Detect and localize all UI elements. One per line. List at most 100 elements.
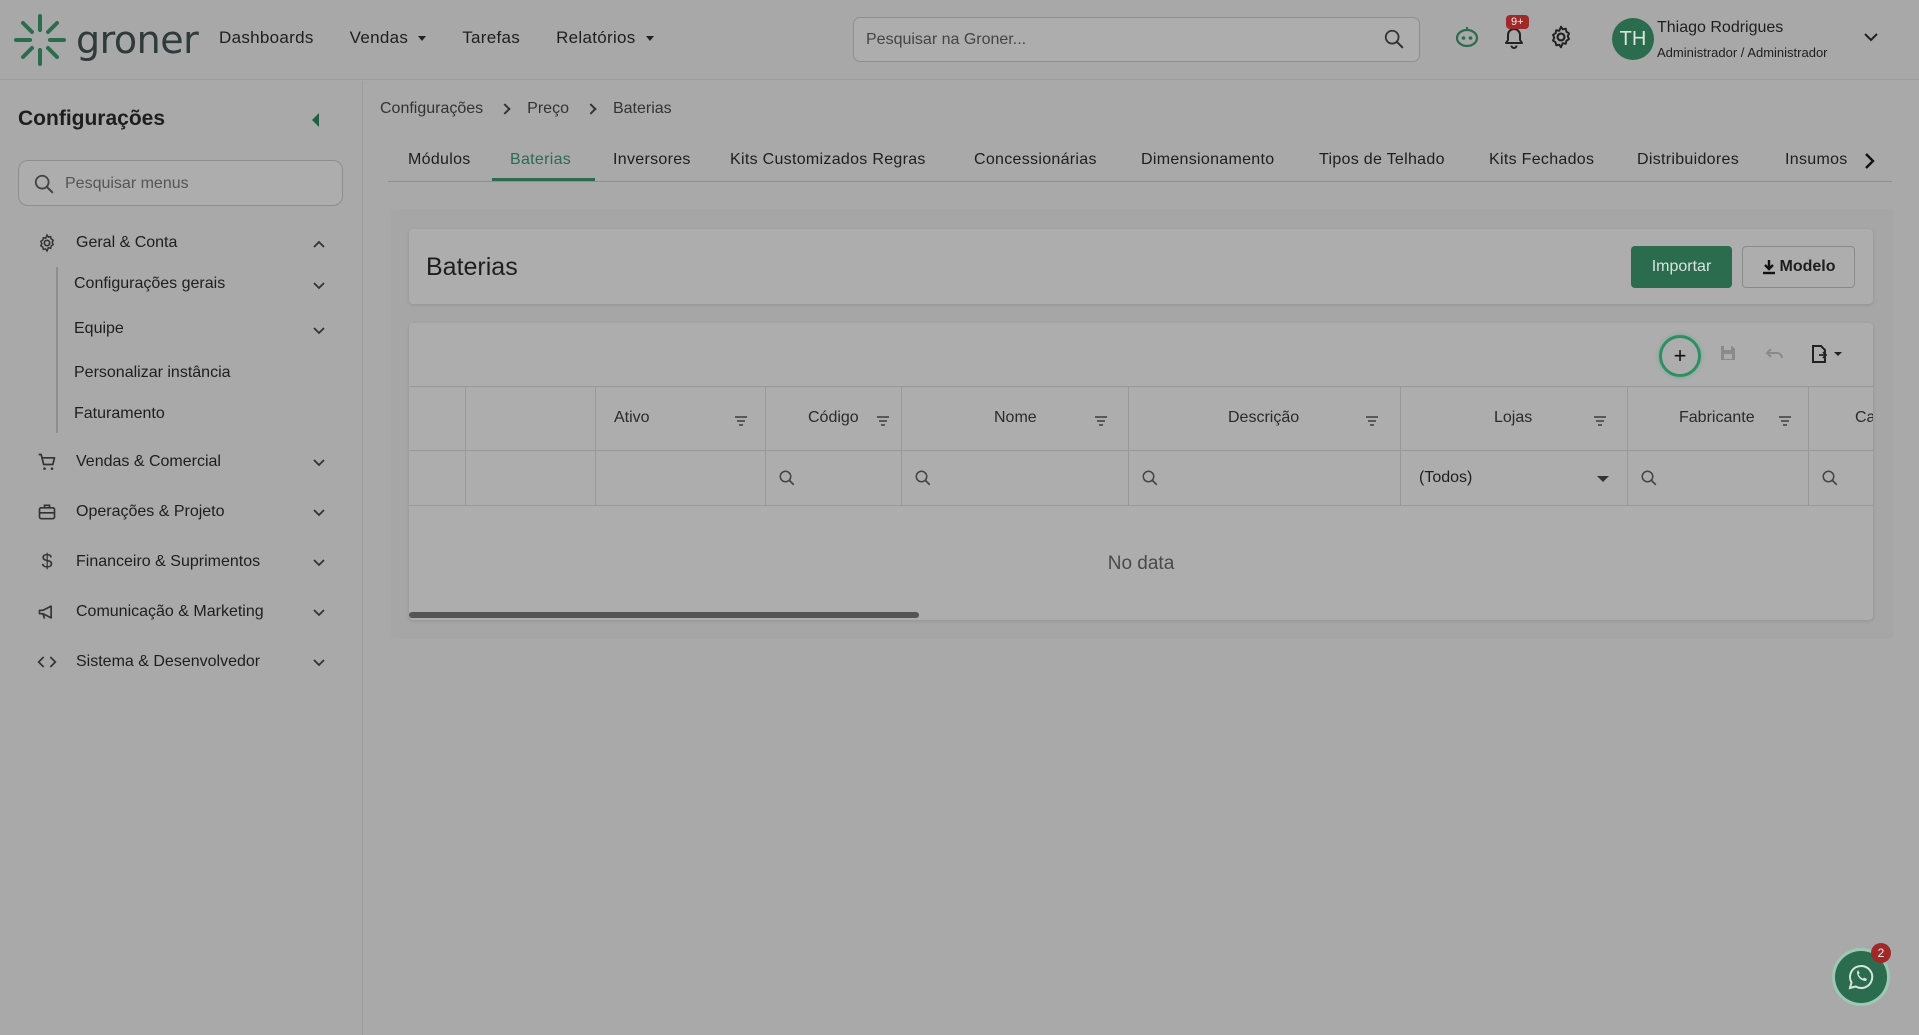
column-header-ca[interactable]: Ca (1809, 387, 1873, 450)
tab-tipos-de-telhado[interactable]: Tipos de Telhado (1319, 151, 1445, 169)
submenu-guide-line (56, 267, 58, 433)
undo-icon[interactable] (1765, 344, 1785, 367)
search-icon (1141, 469, 1159, 492)
sidebar-item-geral-conta[interactable]: Geral & Conta (36, 228, 326, 258)
sidebar-subitem-label: Equipe (74, 320, 124, 337)
breadcrumb-item-preco[interactable]: Preço (527, 100, 569, 118)
add-icon[interactable]: + (1659, 335, 1701, 377)
column-title: Fabricante (1679, 409, 1755, 426)
chevron-right-icon[interactable] (1863, 152, 1877, 175)
search-icon (1640, 469, 1658, 492)
download-icon (1762, 260, 1775, 275)
user-name[interactable]: Thiago Rodrigues (1657, 19, 1783, 37)
download-modelo-button[interactable]: Modelo (1742, 246, 1855, 288)
tab-baterias[interactable]: Baterias (510, 151, 571, 169)
tab-modulos[interactable]: Módulos (408, 151, 471, 169)
breadcrumb-item-configuracoes[interactable]: Configurações (380, 100, 483, 118)
chevron-down-icon (312, 655, 326, 673)
export-icon[interactable] (1810, 344, 1844, 369)
tab-kits-fechados[interactable]: Kits Fechados (1489, 151, 1594, 169)
grid-toolbar: + (409, 323, 1873, 387)
tab-insumos[interactable]: Insumos (1785, 151, 1848, 169)
sidebar-subitem-equipe[interactable]: Equipe (74, 315, 326, 343)
nav-relatorios[interactable]: Relatórios (556, 28, 654, 48)
main-nav: Dashboards Vendas Tarefas Relatórios (219, 28, 654, 48)
tab-kits-customizados-regras[interactable]: Kits Customizados Regras (730, 151, 926, 169)
column-header-lojas[interactable]: Lojas (1401, 387, 1628, 450)
column-header-fabricante[interactable]: Fabricante (1628, 387, 1809, 450)
logo[interactable]: groner (12, 12, 199, 68)
sidebar-item-comunicacao-marketing[interactable]: Comunicação & Marketing (36, 597, 326, 627)
tab-concessionarias[interactable]: Concessionárias (974, 151, 1097, 169)
import-button[interactable]: Importar (1631, 246, 1732, 288)
filter-cell-codigo[interactable] (766, 451, 902, 505)
filter-icon[interactable] (1094, 413, 1108, 431)
sidebar-subitem-configuracoes-gerais[interactable]: Configurações gerais (74, 270, 326, 298)
gear-icon[interactable] (1548, 24, 1574, 55)
sidebar-search-input[interactable] (65, 173, 325, 195)
sidebar-item-sistema-desenvolvedor[interactable]: Sistema & Desenvolvedor (36, 647, 326, 677)
filter-cell-ca[interactable] (1809, 451, 1873, 505)
sidebar-subitem-faturamento[interactable]: Faturamento (74, 400, 326, 428)
filter-cell-lojas[interactable]: (Todos) (1401, 451, 1628, 505)
grid-header-row: Ativo Código Nome Descrição Lojas Fabric… (409, 387, 1873, 451)
filter-icon[interactable] (734, 413, 748, 431)
chevron-down-icon[interactable] (1862, 30, 1880, 49)
nav-dashboards[interactable]: Dashboards (219, 28, 314, 48)
sidebar-item-operacoes-projeto[interactable]: Operações & Projeto (36, 497, 326, 527)
modelo-label: Modelo (1779, 258, 1836, 275)
global-search (853, 17, 1420, 62)
column-header-descricao[interactable]: Descrição (1129, 387, 1401, 450)
dollar-icon: $ (41, 550, 53, 573)
filter-cell-ativo[interactable] (596, 451, 766, 505)
nav-vendas[interactable]: Vendas (350, 28, 427, 48)
column-header-nome[interactable]: Nome (902, 387, 1129, 450)
tab-bar: Módulos Baterias Inversores Kits Customi… (388, 140, 1892, 182)
filter-icon[interactable] (876, 413, 890, 431)
caret-down-icon (418, 35, 427, 41)
avatar[interactable]: TH (1612, 18, 1654, 60)
filter-cell-actions (466, 451, 596, 505)
filter-icon[interactable] (1778, 413, 1792, 431)
column-header-ativo[interactable]: Ativo (596, 387, 766, 450)
sidebar-item-financeiro-suprimentos[interactable]: $ Financeiro & Suprimentos (36, 547, 326, 577)
sidebar-item-label: Vendas & Comercial (76, 453, 221, 470)
chevron-down-icon (312, 323, 326, 341)
sidebar-item-vendas-comercial[interactable]: Vendas & Comercial (36, 447, 326, 477)
chevron-up-icon (312, 236, 326, 254)
filter-cell-nome[interactable] (902, 451, 1129, 505)
tab-dimensionamento[interactable]: Dimensionamento (1141, 151, 1274, 169)
tab-distribuidores[interactable]: Distribuidores (1637, 151, 1739, 169)
filter-cell-fabricante[interactable] (1628, 451, 1809, 505)
nav-label: Vendas (349, 28, 409, 47)
sidebar-item-label: Operações & Projeto (76, 503, 225, 520)
select-column-header (409, 387, 466, 450)
chevron-down-icon (312, 278, 326, 296)
notifications-badge: 9+ (1506, 15, 1529, 29)
filter-cell-descricao[interactable] (1129, 451, 1401, 505)
search-icon[interactable] (1383, 28, 1405, 55)
sidebar: Configurações Geral & Conta Configuraçõe… (0, 81, 363, 1035)
column-title: Código (808, 409, 859, 426)
column-header-codigo[interactable]: Código (766, 387, 902, 450)
filter-icon[interactable] (1365, 413, 1379, 431)
active-tab-indicator (492, 178, 595, 181)
collapse-sidebar-icon[interactable] (312, 113, 319, 127)
tab-inversores[interactable]: Inversores (613, 151, 691, 169)
filter-cell-select (409, 451, 466, 505)
column-title: Lojas (1494, 409, 1533, 426)
chevron-down-icon (312, 605, 326, 623)
assistant-icon[interactable] (1454, 24, 1480, 55)
sidebar-subitem-label: Personalizar instância (74, 364, 231, 381)
save-icon[interactable] (1719, 344, 1737, 367)
filter-icon[interactable] (1593, 413, 1607, 431)
empty-state-text: No data (1107, 553, 1175, 574)
nav-tarefas[interactable]: Tarefas (462, 28, 520, 48)
search-icon (914, 469, 932, 492)
horizontal-scrollbar[interactable] (409, 612, 919, 618)
data-grid: + Ativo Código Nome Descrição Lojas Fabr… (409, 323, 1873, 620)
sidebar-subitem-personalizar-instancia[interactable]: Personalizar instância (74, 359, 326, 387)
caret-down-icon (645, 35, 654, 41)
cart-icon (36, 451, 58, 473)
global-search-input[interactable] (866, 28, 1366, 52)
